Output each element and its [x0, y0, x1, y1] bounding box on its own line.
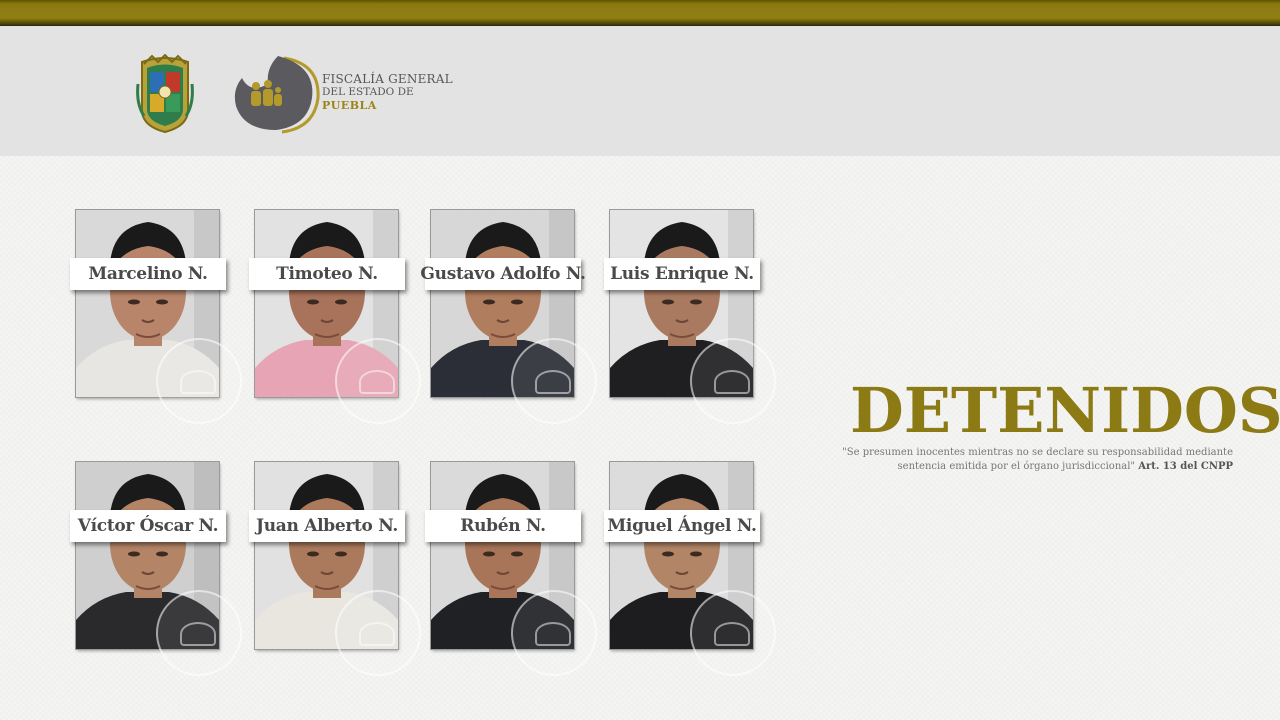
detainee-card: Marcelino N. [70, 210, 242, 424]
detainee-name-label: Gustavo Adolfo N. [420, 258, 586, 290]
watermark-seal-icon [156, 338, 242, 424]
detainee-name-label: Miguel Ángel N. [604, 510, 760, 542]
org-name: FISCALÍA GENERAL DEL ESTADO DE PUEBLA [322, 72, 453, 113]
watermark-seal-icon [335, 590, 421, 676]
legal-disclaimer: "Se presumen inocentes mientras no se de… [800, 446, 1233, 474]
puebla-coat-of-arms-icon [136, 54, 194, 134]
detainee-card: Luis Enrique N. [604, 210, 776, 424]
detainee-name-label: Timoteo N. [249, 258, 405, 290]
detainee-card: Gustavo Adolfo N. [420, 210, 597, 424]
detainee-card: Rubén N. [425, 462, 597, 676]
detainee-name-label: Rubén N. [425, 510, 581, 542]
detainee-card: Víctor Óscar N. [70, 462, 242, 676]
disclaimer-line2: sentencia emitida por el órgano jurisdic… [897, 461, 1136, 472]
page-title: DETENIDOS [850, 374, 1280, 447]
org-name-line3: PUEBLA [322, 99, 377, 112]
watermark-seal-icon [156, 590, 242, 676]
watermark-seal-icon [690, 590, 776, 676]
watermark-seal-icon [690, 338, 776, 424]
fiscalia-logo-icon [234, 56, 320, 134]
disclaimer-line1: "Se presumen inocentes mientras no se de… [842, 447, 1233, 458]
detainee-name-label: Marcelino N. [70, 258, 226, 290]
detainee-name-label: Juan Alberto N. [249, 510, 405, 542]
org-name-line2: DEL ESTADO DE [322, 86, 414, 98]
watermark-seal-icon [335, 338, 421, 424]
detainee-name-label: Víctor Óscar N. [70, 510, 226, 542]
detainee-name-label: Luis Enrique N. [604, 258, 760, 290]
watermark-seal-icon [511, 338, 597, 424]
watermark-seal-icon [511, 590, 597, 676]
detainee-card: Miguel Ángel N. [604, 462, 776, 676]
disclaimer-reference: Art. 13 del CNPP [1138, 461, 1233, 472]
detainee-card: Timoteo N. [249, 210, 421, 424]
detainee-card: Juan Alberto N. [249, 462, 421, 676]
top-gold-bar [0, 0, 1280, 26]
org-name-line1: FISCALÍA GENERAL [322, 72, 453, 86]
